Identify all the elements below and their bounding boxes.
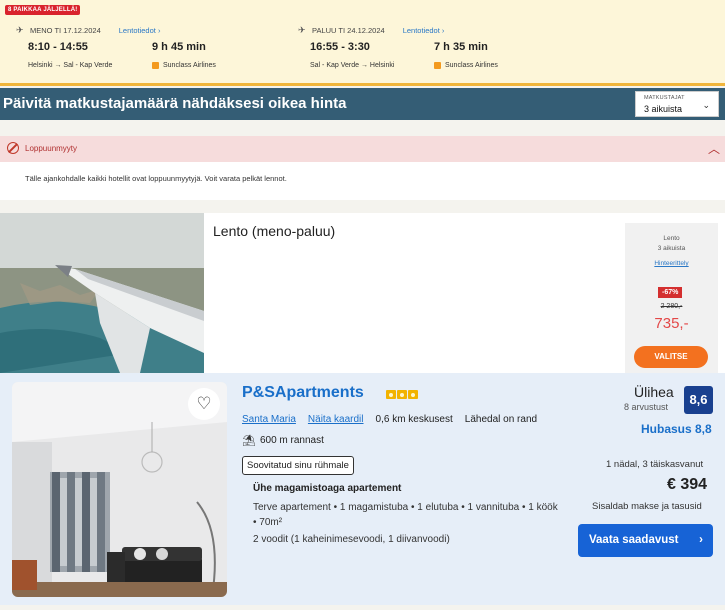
review-count[interactable]: 8 arvustust: [624, 402, 668, 412]
star-icon: [408, 390, 418, 399]
location-link[interactable]: Santa Maria: [242, 414, 296, 425]
alert-message: Tälle ajankohdalle kaikki hotellit ovat …: [25, 174, 287, 183]
select-flight-button[interactable]: VALITSE: [634, 346, 708, 368]
flight-price: 735,-: [654, 315, 689, 332]
plane-departure-icon: ✈: [16, 24, 24, 35]
room-details: Terve apartement • 1 magamistuba • 1 elu…: [253, 502, 558, 528]
outbound-times: 8:10 - 14:55: [28, 41, 88, 53]
star-icon: [386, 390, 396, 399]
travelers-label: MATKUSTAJAT: [644, 95, 685, 101]
outbound-leg: ✈ MENO TI 17.12.2024 Lentotiedot › 8:10 …: [16, 24, 346, 69]
airline-logo-icon: [434, 62, 441, 69]
chevron-right-icon: ›: [699, 534, 703, 546]
return-route: Sal - Kap Verde → Helsinki: [310, 62, 395, 69]
outbound-airline: Sunclass Airlines: [152, 62, 216, 69]
alert-body: Tälle ajankohdalle kaikki hotellit ovat …: [0, 162, 725, 200]
banner-title: Päivitä matkustajamäärä nähdäksesi oikea…: [3, 95, 347, 112]
stay-info: 1 nädal, 3 täiskasvanut: [606, 459, 704, 470]
return-leg: ✈ PALUU TI 24.12.2024 Lentotiedot › 16:5…: [298, 24, 628, 69]
return-airline: Sunclass Airlines: [434, 62, 498, 69]
beach-umbrella-icon: ⛱: [242, 435, 256, 447]
return-duration: 7 h 35 min: [434, 41, 488, 53]
travelers-select[interactable]: MATKUSTAJAT 3 aikuista ⌄: [635, 91, 719, 117]
price-note: Sisaldab makse ja tasusid: [592, 501, 702, 512]
airplane-wing-image: [0, 213, 204, 373]
discount-badge: -67%: [658, 287, 683, 298]
beach-distance: 600 m rannast: [259, 435, 324, 446]
center-distance: 0,6 km keskusest: [375, 414, 453, 425]
outbound-duration: 9 h 45 min: [152, 41, 206, 53]
hotel-room-image[interactable]: ♡: [12, 382, 227, 597]
price-details-link[interactable]: Hinteerittely: [625, 260, 718, 267]
room-beds: 2 voodit (1 kaheinimesevoodi, 1 diivanvo…: [253, 534, 450, 545]
price-box-travelers: 3 aikuista: [657, 245, 686, 252]
prohibited-icon: [7, 142, 19, 154]
flight-product-title: Lento (meno-paluu): [213, 223, 336, 239]
outbound-details-link[interactable]: Lentotiedot ›: [119, 26, 161, 35]
beach-note: Lähedal on rand: [464, 414, 538, 425]
star-icon: [397, 390, 407, 399]
comfort-score: Hubasus 8,8: [641, 422, 712, 436]
rating-score-badge: 8,6: [684, 386, 713, 414]
flight-product-card: Lento (meno-paluu) Lento 3 aikuista Hint…: [0, 213, 725, 373]
room-title: Ühe magamistoaga apartement: [253, 483, 402, 494]
old-price: 2 280,-: [660, 303, 683, 310]
chevron-up-icon[interactable]: ︿: [708, 140, 720, 157]
location-row: Santa Maria Näita kaardil 0,6 km keskuse…: [242, 414, 549, 425]
outbound-label: MENO TI 17.12.2024: [30, 25, 101, 35]
heart-icon[interactable]: ♡: [188, 388, 220, 420]
chevron-down-icon: ⌄: [702, 100, 710, 110]
beach-distance-row: ⛱ 600 m rannast: [242, 434, 324, 447]
flight-summary: 8 PAIKKAA JÄLJELLÄ! ✈ MENO TI 17.12.2024…: [0, 0, 725, 86]
travelers-value: 3 aikuista: [644, 104, 683, 114]
plane-arrival-icon: ✈: [298, 24, 306, 35]
outbound-route: Helsinki → Sal - Kap Verde: [28, 62, 113, 69]
hotel-card[interactable]: ♡ P&SApartments Santa Maria Näita kaardi…: [0, 373, 725, 605]
recommended-tag: Soovitatud sinu rühmale: [242, 456, 354, 475]
star-rating: [386, 390, 418, 399]
flight-price-box: Lento 3 aikuista Hinteerittely -67% 2 28…: [625, 223, 718, 373]
price-box-label: Lento: [663, 235, 680, 242]
see-availability-button[interactable]: Vaata saadavust ›: [578, 524, 713, 557]
airline-logo-icon: [152, 62, 159, 69]
hotel-name[interactable]: P&SApartments: [242, 384, 364, 402]
update-travelers-banner: Päivitä matkustajamäärä nähdäksesi oikea…: [0, 88, 725, 120]
hotel-price: € 394: [667, 476, 708, 493]
return-times: 16:55 - 3:30: [310, 41, 370, 53]
rating-word: Ülihea: [634, 384, 674, 400]
sold-out-alert[interactable]: Loppuunmyyty ︿: [0, 136, 725, 162]
seats-left-badge: 8 PAIKKAA JÄLJELLÄ!: [5, 5, 81, 15]
show-on-map-link[interactable]: Näita kaardil: [308, 414, 364, 425]
return-details-link[interactable]: Lentotiedot ›: [403, 26, 445, 35]
return-label: PALUU TI 24.12.2024: [312, 25, 385, 35]
alert-title: Loppuunmyyty: [25, 144, 78, 153]
